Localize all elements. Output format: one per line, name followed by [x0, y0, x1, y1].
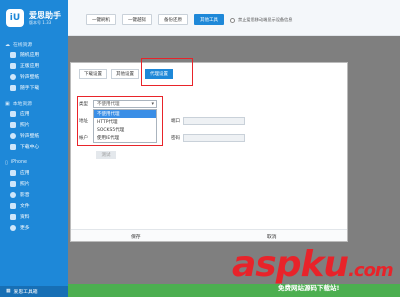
password-label: 密码	[171, 136, 180, 141]
photo-icon	[10, 180, 16, 187]
sidebar-item-random-apps[interactable]: 随机应用	[0, 49, 68, 60]
sidebar-item-genuine-apps[interactable]: 正版应用	[0, 60, 68, 71]
flash-button[interactable]: 一键刷机	[86, 14, 116, 25]
toolbox-footer[interactable]: ▦ 爱思工具箱	[0, 286, 68, 297]
backup-restore-button[interactable]: 备份还原	[158, 14, 188, 25]
download-icon	[10, 84, 16, 91]
app-icon	[10, 169, 16, 176]
sidebar-item-iphone-media[interactable]: 影音	[0, 189, 68, 200]
password-field[interactable]	[183, 134, 245, 142]
phone-icon: ▯	[5, 159, 8, 166]
sidebar-item-local-ringtones[interactable]: 铃声壁纸	[0, 130, 68, 141]
app-version: 版本号 1.33	[29, 19, 52, 25]
jailbreak-button[interactable]: 一键越狱	[122, 14, 152, 25]
status-bar	[68, 284, 400, 297]
music-icon	[10, 191, 16, 198]
section-iphone: ▯ iPhone	[5, 159, 27, 166]
sidebar-item-iphone-photos[interactable]: 照片	[0, 178, 68, 189]
port-field[interactable]	[183, 117, 245, 125]
app-store-icon	[10, 62, 16, 69]
sidebar-item-iphone-data[interactable]: 资料	[0, 211, 68, 222]
save-button[interactable]: 保存	[131, 233, 141, 240]
app-icon	[10, 110, 16, 117]
sidebar-item-local-photos[interactable]: 照片	[0, 119, 68, 130]
sidebar-item-iphone-more[interactable]: 更多	[0, 222, 68, 233]
top-toolbar: 一键刷机 一键越狱 备份还原 其他工具 禁止爱思移动端显示设备信息	[68, 0, 400, 36]
cancel-button[interactable]: 取消	[267, 233, 277, 240]
brand: iU 爱思助手 版本号 1.33	[0, 0, 68, 36]
watermark-subtitle: 免费网站源码下载站!	[278, 284, 340, 292]
site-watermark: aspku.com	[232, 244, 394, 285]
download-icon	[10, 143, 16, 150]
folder-icon: ▣	[5, 100, 10, 107]
account-label: 帐户	[79, 136, 88, 141]
address-label: 地址	[79, 119, 88, 124]
app-logo: iU	[6, 9, 24, 27]
sidebar-item-iphone-apps[interactable]: 应用	[0, 167, 68, 178]
sidebar-item-iphone-files[interactable]: 文件	[0, 200, 68, 211]
hide-device-info-option[interactable]: 禁止爱思移动端显示设备信息	[230, 17, 292, 23]
app-title: 爱思助手	[29, 10, 61, 20]
file-icon	[10, 202, 16, 209]
more-icon	[10, 224, 16, 231]
highlight-frame-tab	[141, 58, 193, 86]
radio-toggle[interactable]	[230, 17, 235, 23]
section-local: ▣ 本地资源	[5, 100, 32, 108]
sidebar-item-local-apps[interactable]: 应用	[0, 108, 68, 119]
port-label: 端口	[171, 119, 180, 124]
photo-icon	[10, 121, 16, 128]
settings-dialog: 下载设置 其他设置 代理设置 类型 不使用代理 ▾ 不使用代理 HTTP代理 S…	[70, 58, 348, 242]
highlight-frame-select	[77, 96, 163, 146]
cloud-icon: ☁	[5, 41, 10, 48]
tab-download-settings[interactable]: 下载设置	[79, 69, 107, 79]
sidebar-item-ringtones[interactable]: 铃声壁纸	[0, 71, 68, 82]
bell-icon	[10, 73, 16, 80]
tab-other-settings[interactable]: 其他设置	[111, 69, 139, 79]
app-icon	[10, 51, 16, 58]
test-button[interactable]: 测试	[96, 151, 116, 159]
section-online: ☁ 在线资源	[5, 41, 33, 49]
contacts-icon	[10, 213, 16, 220]
sidebar: iU 爱思助手 版本号 1.33 ☁ 在线资源 随机应用 正版应用 铃声壁纸 随…	[0, 0, 68, 297]
other-tools-button[interactable]: 其他工具	[194, 14, 224, 25]
dialog-footer: 保存 取消	[71, 229, 347, 241]
sidebar-item-quick-download[interactable]: 随手下载	[0, 82, 68, 93]
toolbox-icon: ▦	[6, 289, 11, 294]
sidebar-item-download-center[interactable]: 下载中心	[0, 141, 68, 152]
bell-icon	[10, 132, 16, 139]
